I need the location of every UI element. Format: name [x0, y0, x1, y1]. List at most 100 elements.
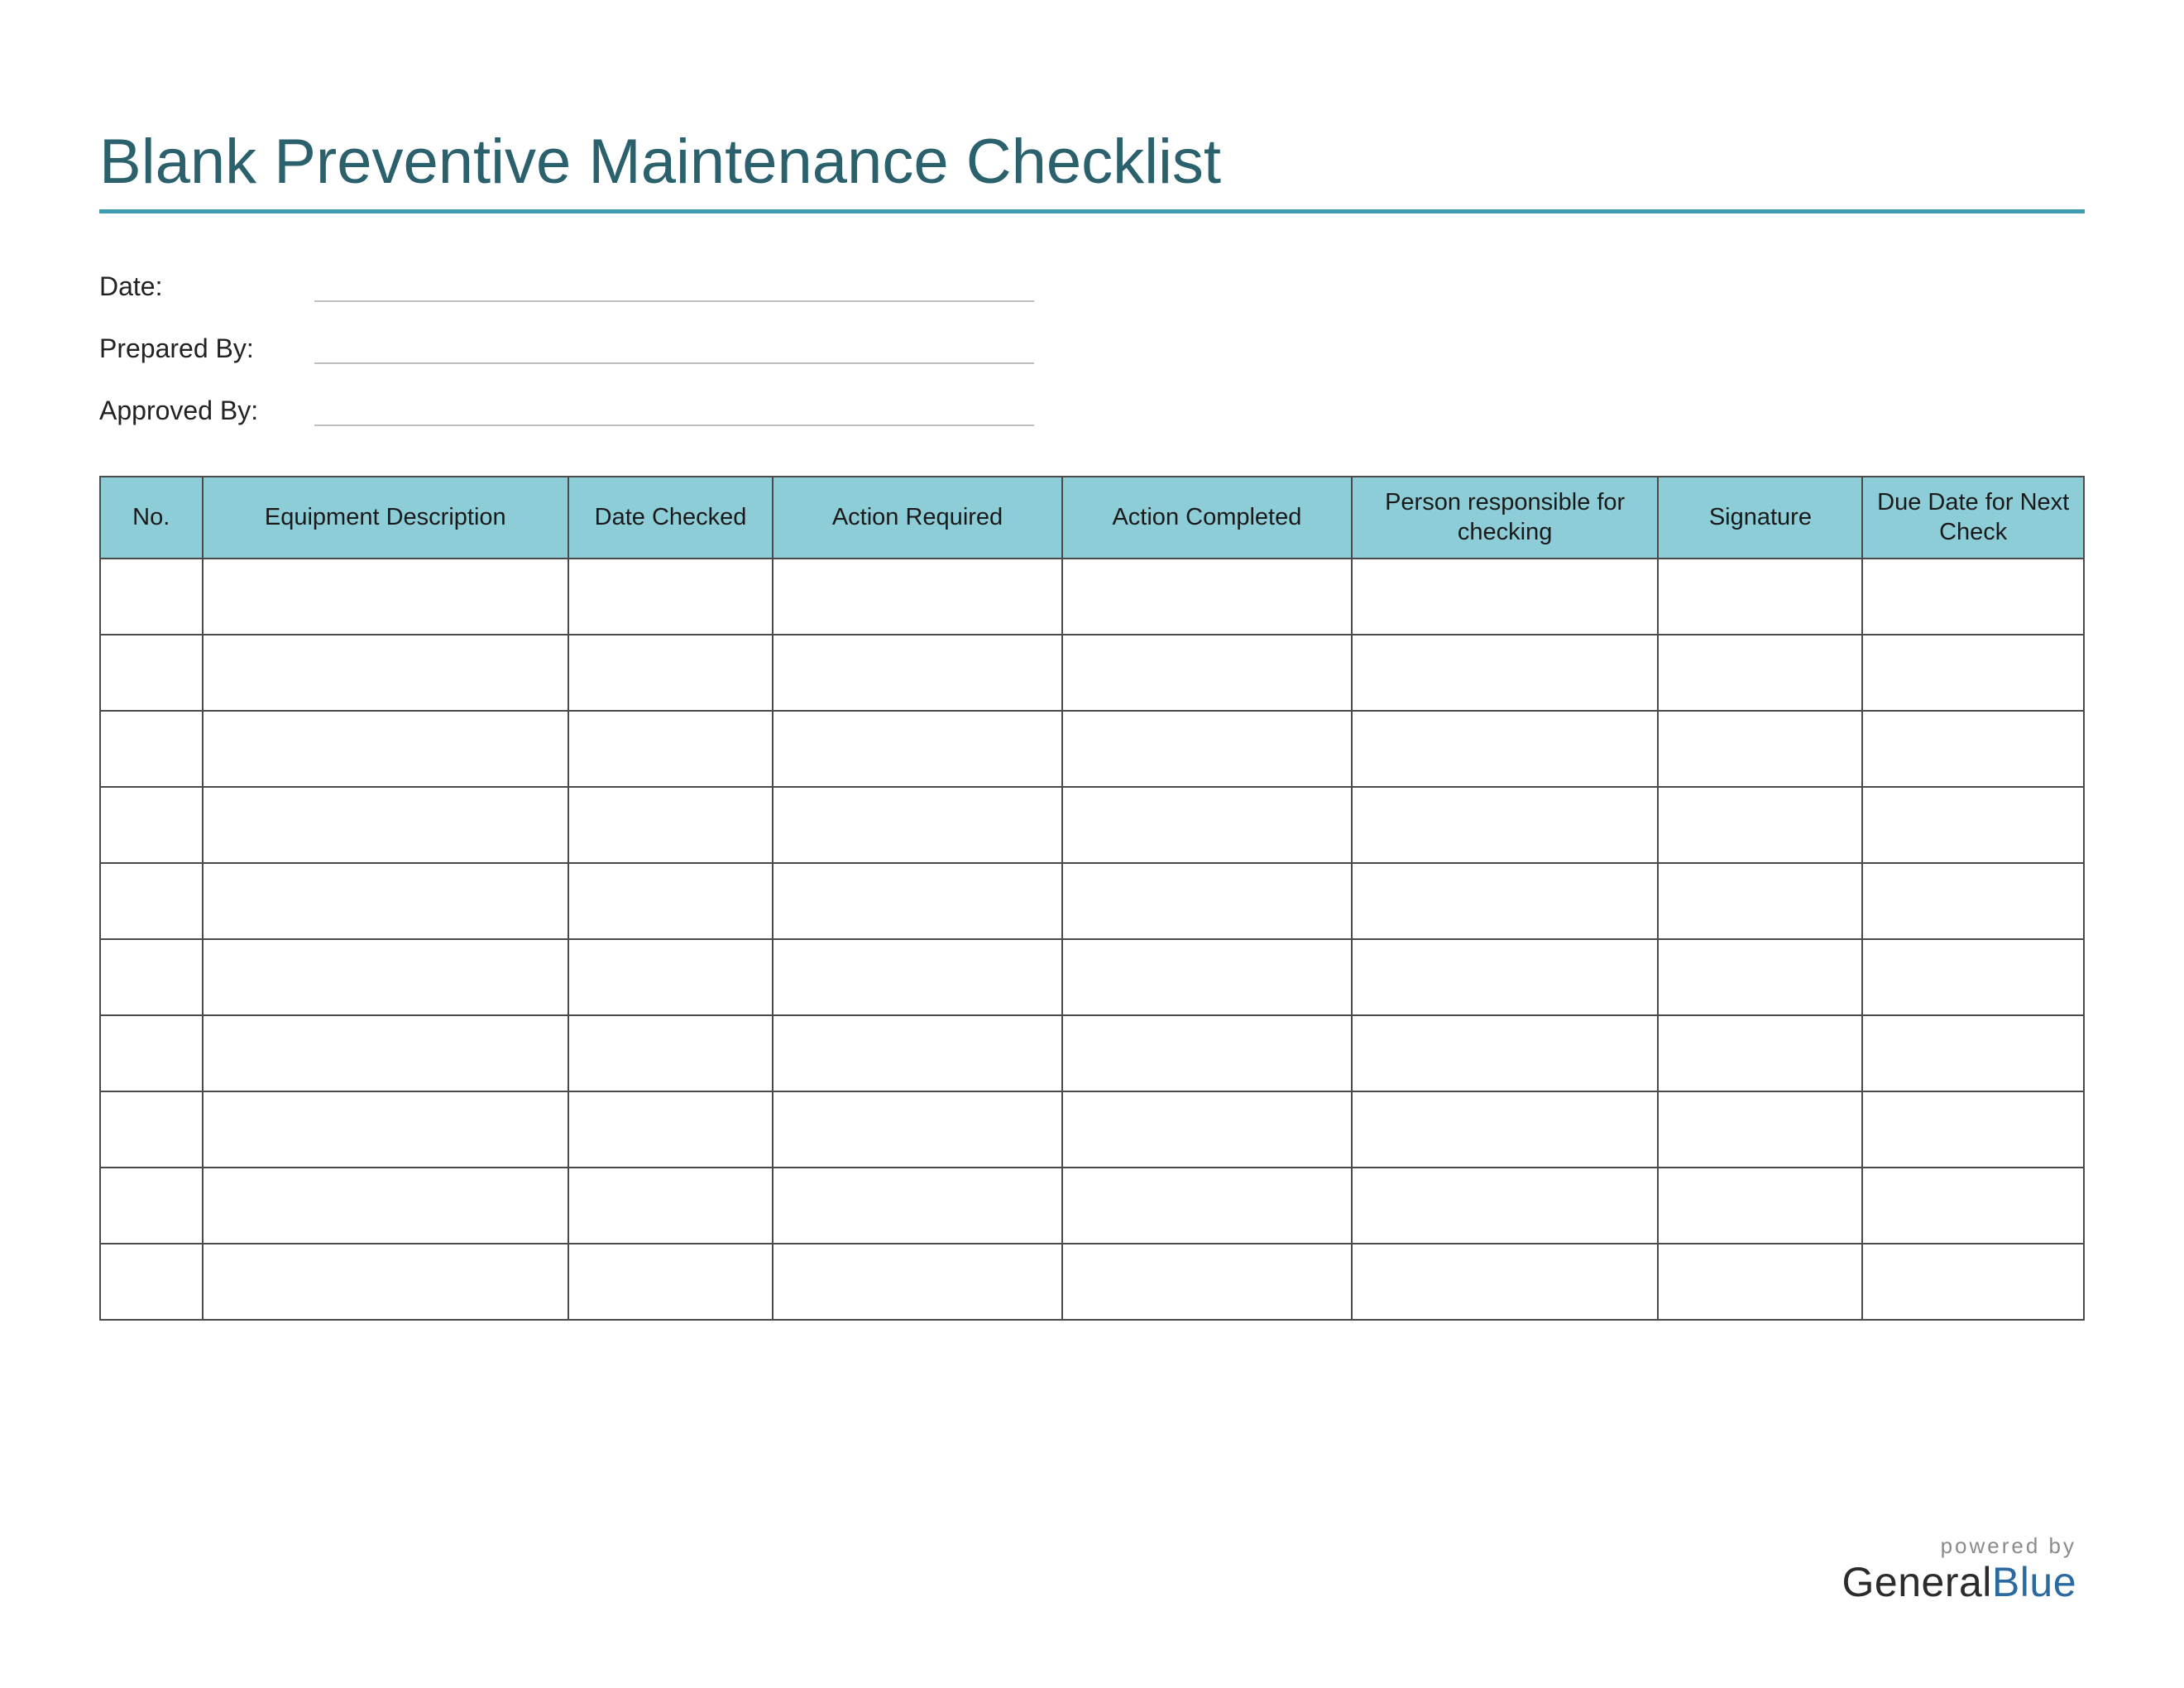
table-row [100, 1091, 2084, 1168]
table-cell[interactable] [1352, 559, 1659, 635]
table-cell[interactable] [568, 635, 773, 711]
table-cell[interactable] [1658, 939, 1862, 1015]
table-cell[interactable] [203, 1168, 569, 1244]
table-cell[interactable] [203, 1015, 569, 1091]
table-cell[interactable] [773, 559, 1062, 635]
table-cell[interactable] [773, 863, 1062, 939]
table-cell[interactable] [1658, 787, 1862, 863]
table-cell[interactable] [1862, 1168, 2084, 1244]
prepared-by-input-line[interactable] [314, 336, 1034, 364]
table-cell[interactable] [203, 559, 569, 635]
table-cell[interactable] [1862, 635, 2084, 711]
approved-by-label: Approved By: [99, 396, 314, 426]
table-cell[interactable] [1862, 711, 2084, 787]
table-cell[interactable] [568, 1091, 773, 1168]
date-input-line[interactable] [314, 274, 1034, 302]
table-cell[interactable] [1352, 1168, 1659, 1244]
table-cell[interactable] [1062, 863, 1352, 939]
table-cell[interactable] [1862, 1091, 2084, 1168]
meta-row-date: Date: [99, 271, 2085, 302]
table-cell[interactable] [568, 1015, 773, 1091]
table-cell[interactable] [1062, 787, 1352, 863]
table-cell[interactable] [1658, 559, 1862, 635]
table-cell[interactable] [203, 939, 569, 1015]
table-cell[interactable] [1352, 787, 1659, 863]
table-cell[interactable] [203, 863, 569, 939]
footer: powered by GeneralBlue [1842, 1534, 2076, 1605]
table-cell[interactable] [100, 635, 203, 711]
table-cell[interactable] [1062, 1244, 1352, 1320]
table-cell[interactable] [203, 711, 569, 787]
table-cell[interactable] [568, 559, 773, 635]
table-cell[interactable] [1062, 939, 1352, 1015]
table-cell[interactable] [568, 787, 773, 863]
brand-name: GeneralBlue [1842, 1560, 2076, 1605]
table-cell[interactable] [773, 1244, 1062, 1320]
table-cell[interactable] [203, 635, 569, 711]
table-cell[interactable] [773, 787, 1062, 863]
table-cell[interactable] [203, 787, 569, 863]
table-row [100, 1168, 2084, 1244]
table-row [100, 711, 2084, 787]
col-header-due-date: Due Date for Next Check [1862, 477, 2084, 559]
table-cell[interactable] [100, 787, 203, 863]
table-cell[interactable] [1062, 711, 1352, 787]
table-cell[interactable] [1062, 1091, 1352, 1168]
table-row [100, 787, 2084, 863]
table-cell[interactable] [1062, 559, 1352, 635]
table-cell[interactable] [100, 711, 203, 787]
table-cell[interactable] [1658, 1168, 1862, 1244]
table-cell[interactable] [203, 1091, 569, 1168]
table-cell[interactable] [568, 1168, 773, 1244]
table-cell[interactable] [773, 1091, 1062, 1168]
table-row [100, 559, 2084, 635]
table-cell[interactable] [1658, 635, 1862, 711]
table-cell[interactable] [100, 1091, 203, 1168]
table-cell[interactable] [1658, 1091, 1862, 1168]
table-cell[interactable] [1352, 635, 1659, 711]
table-cell[interactable] [1862, 787, 2084, 863]
table-cell[interactable] [1352, 939, 1659, 1015]
table-cell[interactable] [1862, 863, 2084, 939]
table-cell[interactable] [1352, 1091, 1659, 1168]
table-cell[interactable] [1658, 1015, 1862, 1091]
col-header-action-required: Action Required [773, 477, 1062, 559]
table-cell[interactable] [100, 863, 203, 939]
table-cell[interactable] [1658, 1244, 1862, 1320]
table-cell[interactable] [100, 1168, 203, 1244]
table-cell[interactable] [1862, 939, 2084, 1015]
table-cell[interactable] [203, 1244, 569, 1320]
table-cell[interactable] [568, 863, 773, 939]
table-cell[interactable] [1352, 1015, 1659, 1091]
meta-row-approved: Approved By: [99, 396, 2085, 426]
col-header-equipment: Equipment Description [203, 477, 569, 559]
table-cell[interactable] [773, 939, 1062, 1015]
table-cell[interactable] [1352, 863, 1659, 939]
table-cell[interactable] [1862, 1015, 2084, 1091]
table-cell[interactable] [1352, 711, 1659, 787]
table-cell[interactable] [1658, 711, 1862, 787]
table-cell[interactable] [100, 1244, 203, 1320]
table-cell[interactable] [1062, 635, 1352, 711]
table-cell[interactable] [1062, 1015, 1352, 1091]
table-cell[interactable] [100, 939, 203, 1015]
table-row [100, 1015, 2084, 1091]
table-cell[interactable] [1062, 1168, 1352, 1244]
table-cell[interactable] [773, 635, 1062, 711]
table-cell[interactable] [773, 1015, 1062, 1091]
table-cell[interactable] [100, 559, 203, 635]
table-cell[interactable] [568, 939, 773, 1015]
table-cell[interactable] [568, 1244, 773, 1320]
col-header-date-checked: Date Checked [568, 477, 773, 559]
table-body [100, 559, 2084, 1320]
table-cell[interactable] [1862, 559, 2084, 635]
col-header-no: No. [100, 477, 203, 559]
table-cell[interactable] [1658, 863, 1862, 939]
table-cell[interactable] [100, 1015, 203, 1091]
table-cell[interactable] [773, 711, 1062, 787]
table-cell[interactable] [568, 711, 773, 787]
approved-by-input-line[interactable] [314, 398, 1034, 426]
table-cell[interactable] [1352, 1244, 1659, 1320]
table-cell[interactable] [773, 1168, 1062, 1244]
table-cell[interactable] [1862, 1244, 2084, 1320]
